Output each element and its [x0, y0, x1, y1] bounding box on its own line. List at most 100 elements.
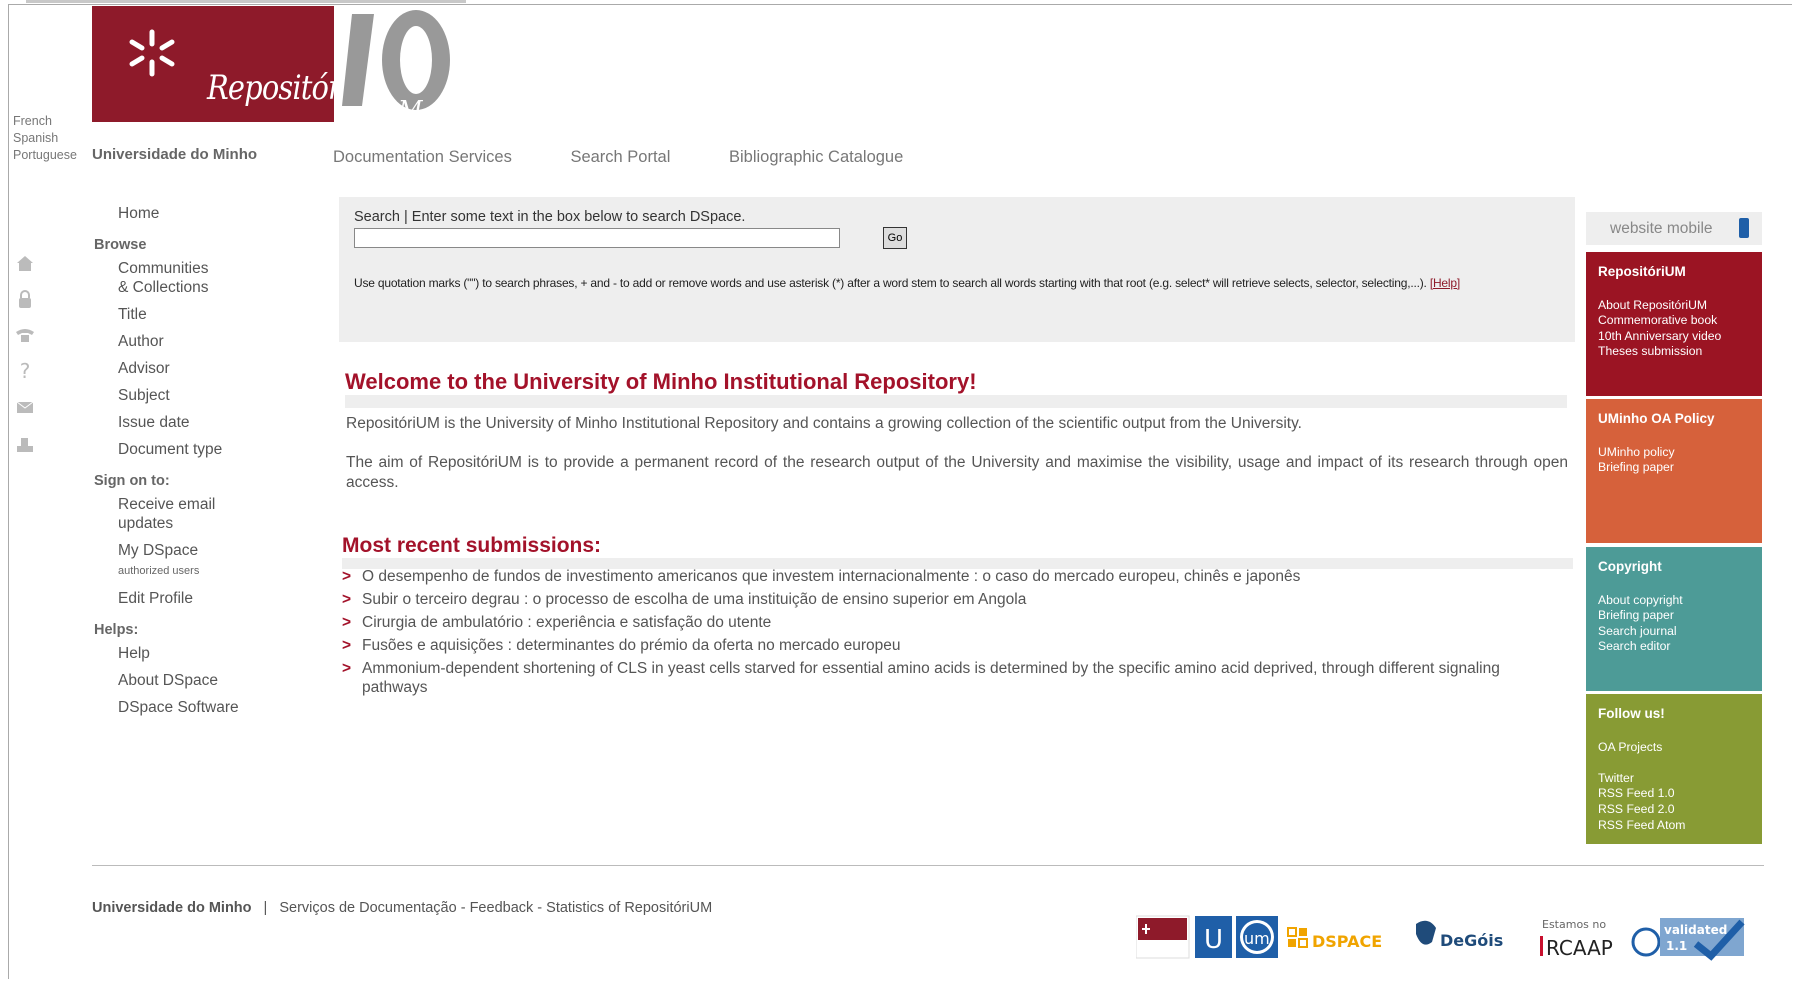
box-title: Follow us! [1598, 706, 1665, 721]
aim-paragraph: The aim of RepositóriUM is to provide a … [346, 454, 1568, 491]
sidebar-item-help[interactable]: Help [94, 644, 239, 663]
nav-documentation-services[interactable]: Documentation Services [333, 148, 512, 166]
helps-heading: Helps: [94, 622, 139, 638]
search-editor-link[interactable]: Search editor [1598, 639, 1762, 655]
nav-bibliographic-catalogue[interactable]: Bibliographic Catalogue [729, 148, 903, 166]
uminho-policy-link[interactable]: UMinho policy [1598, 445, 1762, 461]
svg-text:DeGóis: DeGóis [1440, 931, 1503, 950]
welcome-heading: Welcome to the University of Minho Insti… [345, 369, 1567, 408]
dspace-logo[interactable]: DSPACE [1287, 927, 1382, 951]
lang-spanish[interactable]: Spanish [13, 130, 77, 147]
university-name[interactable]: Universidade do Minho [92, 146, 257, 163]
footer-statistics-link[interactable]: Statistics of RepositóriUM [546, 900, 712, 916]
nav-search-portal[interactable]: Search Portal [570, 148, 670, 166]
sidebar-item-issue-date[interactable]: Issue date [94, 413, 239, 432]
footer-university[interactable]: Universidade do Minho [92, 900, 252, 916]
help-link[interactable]: [Help] [1430, 276, 1460, 290]
footer-separator: | [263, 900, 268, 916]
recent-submissions-heading: Most recent submissions: [342, 534, 1573, 569]
browse-heading: Browse [94, 237, 147, 253]
svg-text:Estamos no: Estamos no [1542, 918, 1606, 931]
sidebar-item-receive-email[interactable]: Receive email updates [94, 495, 228, 533]
svg-text:DSPACE: DSPACE [1312, 932, 1382, 951]
print-icon[interactable] [14, 434, 36, 456]
theses-submission-link[interactable]: Theses submission [1598, 344, 1762, 360]
list-item[interactable]: Cirurgia de ambulatório : experiência e … [342, 613, 1522, 632]
mail-icon[interactable] [14, 396, 36, 418]
oa-projects-link[interactable]: OA Projects [1598, 740, 1762, 756]
website-mobile-link[interactable]: website mobile [1586, 212, 1762, 245]
footer-documentation-link[interactable]: Serviços de Documentação [279, 900, 456, 916]
um-logo[interactable]: um [1236, 916, 1278, 958]
about-repositorium-link[interactable]: About RepositóriUM [1598, 298, 1762, 314]
go-button[interactable]: Go [883, 227, 907, 249]
commemorative-book-link[interactable]: Commemorative book [1598, 313, 1762, 329]
degois-logo[interactable]: DeGóis [1416, 920, 1503, 950]
sign-on-heading: Sign on to: [94, 473, 170, 489]
rss-feed-atom-link[interactable]: RSS Feed Atom [1598, 818, 1762, 834]
website-mobile-label: website mobile [1610, 220, 1713, 237]
lang-portuguese[interactable]: Portuguese [13, 147, 77, 164]
list-item[interactable]: O desempenho de fundos de investimento a… [342, 567, 1522, 586]
phone-icon[interactable] [14, 324, 36, 346]
u-porto-logo[interactable]: U [1195, 916, 1232, 958]
lock-icon[interactable] [14, 288, 36, 310]
rss-feed-1-link[interactable]: RSS Feed 1.0 [1598, 786, 1762, 802]
briefing-paper-link[interactable]: Briefing paper [1598, 608, 1762, 624]
svg-text:validated: validated [1664, 923, 1727, 937]
sidebar-item-title[interactable]: Title [94, 305, 239, 324]
sidebar-item-author[interactable]: Author [94, 332, 239, 351]
repositorium-box: RepositóriUM About RepositóriUM Commemor… [1586, 252, 1762, 396]
lang-french[interactable]: French [13, 113, 77, 130]
box-title: UMinho OA Policy [1598, 411, 1715, 426]
left-sidebar: Home Browse Communities & Collections Ti… [94, 204, 239, 725]
about-copyright-link[interactable]: About copyright [1598, 593, 1762, 609]
question-icon[interactable]: ? [14, 359, 36, 383]
rss-feed-2-link[interactable]: RSS Feed 2.0 [1598, 802, 1762, 818]
uminho-logo[interactable] [1136, 915, 1190, 959]
sidebar-item-home[interactable]: Home [94, 204, 239, 223]
repositorium-logo[interactable]: RepositóriUM [92, 6, 403, 122]
twitter-link[interactable]: Twitter [1598, 771, 1762, 787]
list-item[interactable]: Fusões e aquisições : determinantes do p… [342, 636, 1522, 655]
oa-policy-box: UMinho OA Policy UMinho policy Briefing … [1586, 399, 1762, 543]
footer-dash: - [460, 900, 470, 916]
sidebar-item-document-type[interactable]: Document type [94, 440, 239, 459]
footer-feedback-link[interactable]: Feedback [470, 900, 534, 916]
sidebar-item-communities[interactable]: Communities & Collections [94, 259, 239, 297]
sidebar-item-subject[interactable]: Subject [94, 386, 239, 405]
sidebar-item-edit-profile[interactable]: Edit Profile [94, 589, 239, 608]
search-panel: Search | Enter some text in the box belo… [339, 197, 1575, 342]
list-item[interactable]: Subir o terceiro degrau : o processo de … [342, 590, 1522, 609]
svg-text:RCAAP: RCAAP [1546, 936, 1613, 960]
svg-text:1.1: 1.1 [1666, 939, 1687, 953]
language-selector: French Spanish Portuguese [13, 113, 77, 164]
footer-dash: - [537, 900, 547, 916]
intro-paragraph: RepositóriUM is the University of Minho … [346, 415, 1302, 432]
search-journal-link[interactable]: Search journal [1598, 624, 1762, 640]
mobile-phone-icon [1739, 218, 1749, 238]
svg-text:um: um [1244, 929, 1270, 948]
sidebar-item-my-dspace[interactable]: My DSpace authorized users [94, 541, 239, 581]
sidebar-item-advisor[interactable]: Advisor [94, 359, 239, 378]
rcaap-logo[interactable]: Estamos no RCAAP [1540, 918, 1613, 960]
svg-text:M: M [397, 96, 424, 122]
anniversary-video-link[interactable]: 10th Anniversary video [1598, 329, 1762, 345]
box-title: Copyright [1598, 559, 1662, 574]
list-item[interactable]: Ammonium-dependent shortening of CLS in … [342, 659, 1522, 697]
search-input[interactable] [354, 228, 840, 248]
top-navigation: Documentation Services Search Portal Bib… [333, 148, 957, 167]
svg-text:U: U [1204, 925, 1223, 955]
copyright-box: Copyright About copyright Briefing paper… [1586, 547, 1762, 691]
top-bar [26, 0, 466, 3]
sidebar-item-dspace-software[interactable]: DSpace Software [94, 698, 239, 717]
my-dspace-sublabel: authorized users [118, 565, 200, 577]
home-icon[interactable] [14, 252, 36, 274]
briefing-paper-link[interactable]: Briefing paper [1598, 460, 1762, 476]
sidebar-item-about-dspace[interactable]: About DSpace [94, 671, 239, 690]
recent-submissions-list: O desempenho de fundos de investimento a… [342, 567, 1522, 701]
search-note-text: Use quotation marks ("") to search phras… [354, 276, 1427, 290]
validated-badge[interactable]: validated 1.1 [1631, 918, 1745, 961]
footer: Universidade do Minho | Serviços de Docu… [92, 900, 712, 916]
